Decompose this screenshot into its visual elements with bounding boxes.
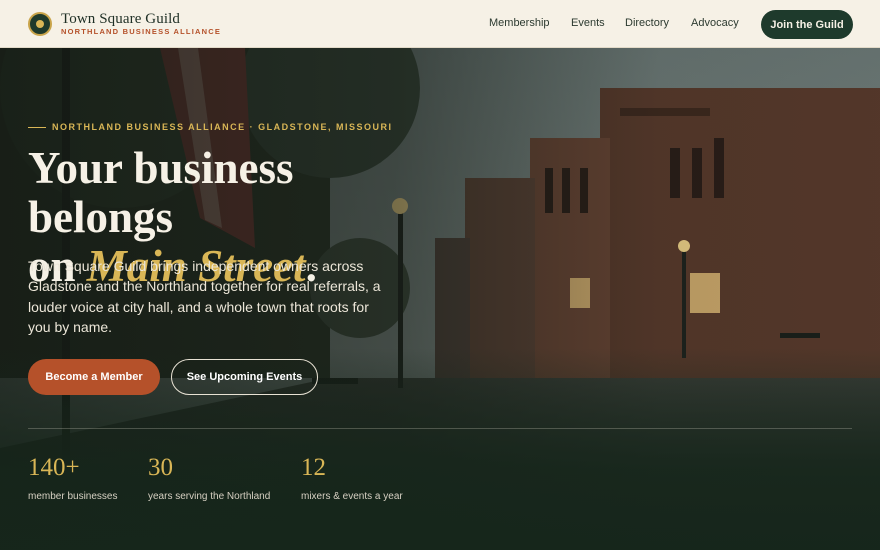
stat-members-label: member businesses — [28, 491, 118, 502]
hero-eyebrow: NORTHLAND BUSINESS ALLIANCE · GLADSTONE,… — [52, 122, 393, 132]
hero-section: NORTHLAND BUSINESS ALLIANCE · GLADSTONE,… — [0, 48, 880, 550]
become-member-button[interactable]: Become a Member — [28, 359, 160, 395]
nav-advocacy[interactable]: Advocacy — [691, 17, 739, 29]
join-guild-button[interactable]: Join the Guild — [761, 10, 853, 39]
stat-years-value: 30 — [148, 454, 173, 481]
stat-members-value: 140+ — [28, 454, 80, 481]
nav-membership[interactable]: Membership — [489, 17, 550, 29]
stat-events-value: 12 — [301, 454, 326, 481]
stat-years-label: years serving the Northland — [148, 491, 271, 502]
upcoming-events-button[interactable]: See Upcoming Events — [171, 359, 318, 395]
headline-line1: Your business belongs — [28, 143, 294, 242]
brand-name[interactable]: Town Square Guild — [61, 11, 180, 28]
eyebrow-rule — [28, 127, 46, 128]
nav-events[interactable]: Events — [571, 17, 605, 29]
stats-divider — [28, 428, 852, 429]
site-header: Town Square Guild NORTHLAND BUSINESS ALL… — [0, 0, 880, 48]
brand-subtitle: NORTHLAND BUSINESS ALLIANCE — [61, 27, 222, 36]
nav-directory[interactable]: Directory — [625, 17, 669, 29]
stat-events-label: mixers & events a year — [301, 491, 403, 502]
town-seal-icon[interactable] — [28, 12, 52, 36]
hero-lede: Town Square Guild brings independent own… — [28, 258, 381, 335]
